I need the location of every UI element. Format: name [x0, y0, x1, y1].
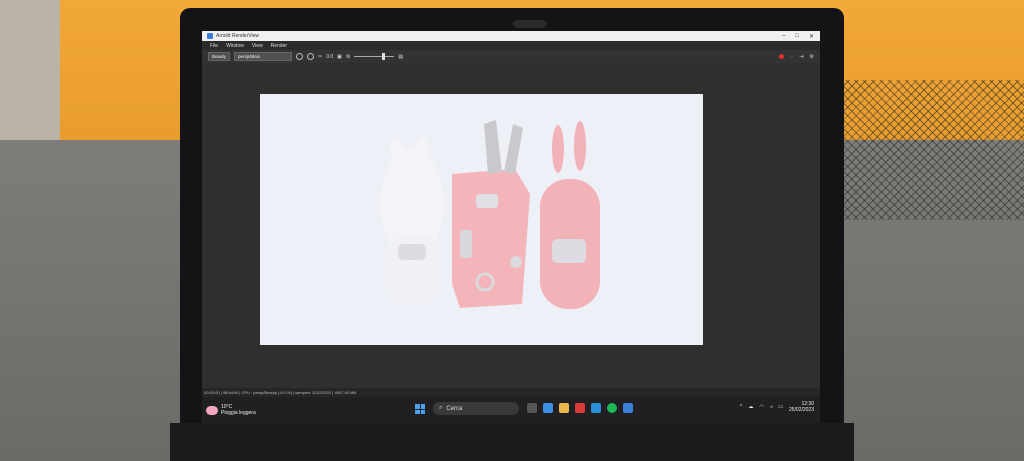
camera-select[interactable]: Beauty: [208, 52, 231, 61]
close-button[interactable]: ✕: [809, 33, 814, 40]
render-icon[interactable]: [296, 53, 304, 60]
taskbar-search[interactable]: ⌕ Cerca: [433, 402, 519, 415]
stop-icon[interactable]: [307, 53, 315, 60]
chevron-up-icon[interactable]: ^: [740, 404, 742, 410]
youtube-icon[interactable]: [575, 403, 585, 413]
mesh-net: [824, 80, 1024, 220]
exposure-value: 0.0: [326, 53, 334, 60]
arnold-app-icon: [207, 33, 213, 39]
task-view-icon[interactable]: [527, 403, 537, 413]
render-status-bar: 00:00:00 | 960x540 | CPU : persp/Beauty …: [202, 388, 820, 397]
menu-view[interactable]: View: [252, 43, 263, 49]
search-icon: ⌕: [439, 405, 443, 411]
menu-render[interactable]: Render: [271, 43, 287, 49]
volume-icon[interactable]: ◃: [770, 404, 773, 410]
exposure-slider[interactable]: [354, 53, 395, 60]
region-icon[interactable]: ▣: [337, 54, 342, 60]
menu-window[interactable]: Window: [226, 43, 244, 49]
menu-bar: File Window View Render: [202, 41, 820, 50]
webcam: [513, 20, 547, 28]
window-title: Arnold RenderView: [216, 33, 259, 39]
clock-date: 25/02/2023: [788, 407, 814, 413]
settings-icon[interactable]: ⚙: [810, 54, 814, 60]
arnold-taskbar-icon[interactable]: [623, 403, 633, 413]
gear-icon[interactable]: ⚙: [346, 54, 350, 60]
laptop-base: [170, 423, 854, 461]
spotify-icon[interactable]: [607, 403, 617, 413]
laptop-screen: Arnold RenderView – □ ✕ File Window View…: [202, 31, 820, 423]
rain-cloud-icon: [206, 405, 218, 415]
render-viewport[interactable]: [202, 63, 820, 415]
weather-description: Pioggia leggera: [221, 410, 256, 416]
search-label: Cerca: [446, 405, 463, 412]
cloud-icon[interactable]: ☁: [748, 404, 753, 410]
record-icon[interactable]: [779, 54, 785, 59]
menu-file[interactable]: File: [210, 43, 218, 49]
export-icon[interactable]: ⇥: [799, 54, 803, 60]
crop-icon[interactable]: ✂: [318, 54, 322, 60]
rendered-image: [260, 94, 703, 345]
file-explorer-icon[interactable]: [559, 403, 569, 413]
clock[interactable]: 12:30 25/02/2023: [789, 401, 814, 413]
system-tray: ^ ☁ ◠ ◃ ▭ 12:30 25/02/2023: [740, 401, 814, 413]
rabbit-render: [380, 120, 600, 309]
start-button[interactable]: [415, 404, 425, 414]
store-icon[interactable]: [591, 403, 601, 413]
wifi-icon[interactable]: ◠: [759, 404, 763, 410]
taskbar-apps: [527, 403, 633, 413]
maximize-button[interactable]: □: [795, 33, 799, 40]
window-titlebar: Arnold RenderView – □ ✕: [202, 31, 820, 41]
weather-widget[interactable]: 10°C Pioggia leggera: [202, 404, 256, 416]
sync-icon[interactable]: ◌: [790, 54, 793, 60]
battery-icon[interactable]: ▭: [778, 404, 783, 410]
render-toolbar: Beauty persp/Main ✂ 0.0 ▣ ⚙ ▤ ◌ ⇥ ⚙: [202, 50, 820, 63]
snapshot-icon[interactable]: ▤: [398, 54, 403, 60]
minimize-button[interactable]: –: [782, 33, 785, 40]
aov-select[interactable]: persp/Main: [234, 52, 293, 61]
windows-taskbar: 10°C Pioggia leggera ⌕ Cerca ^ ☁ ◠ ◃ ▭ 1…: [202, 397, 820, 423]
edge-icon[interactable]: [543, 403, 553, 413]
